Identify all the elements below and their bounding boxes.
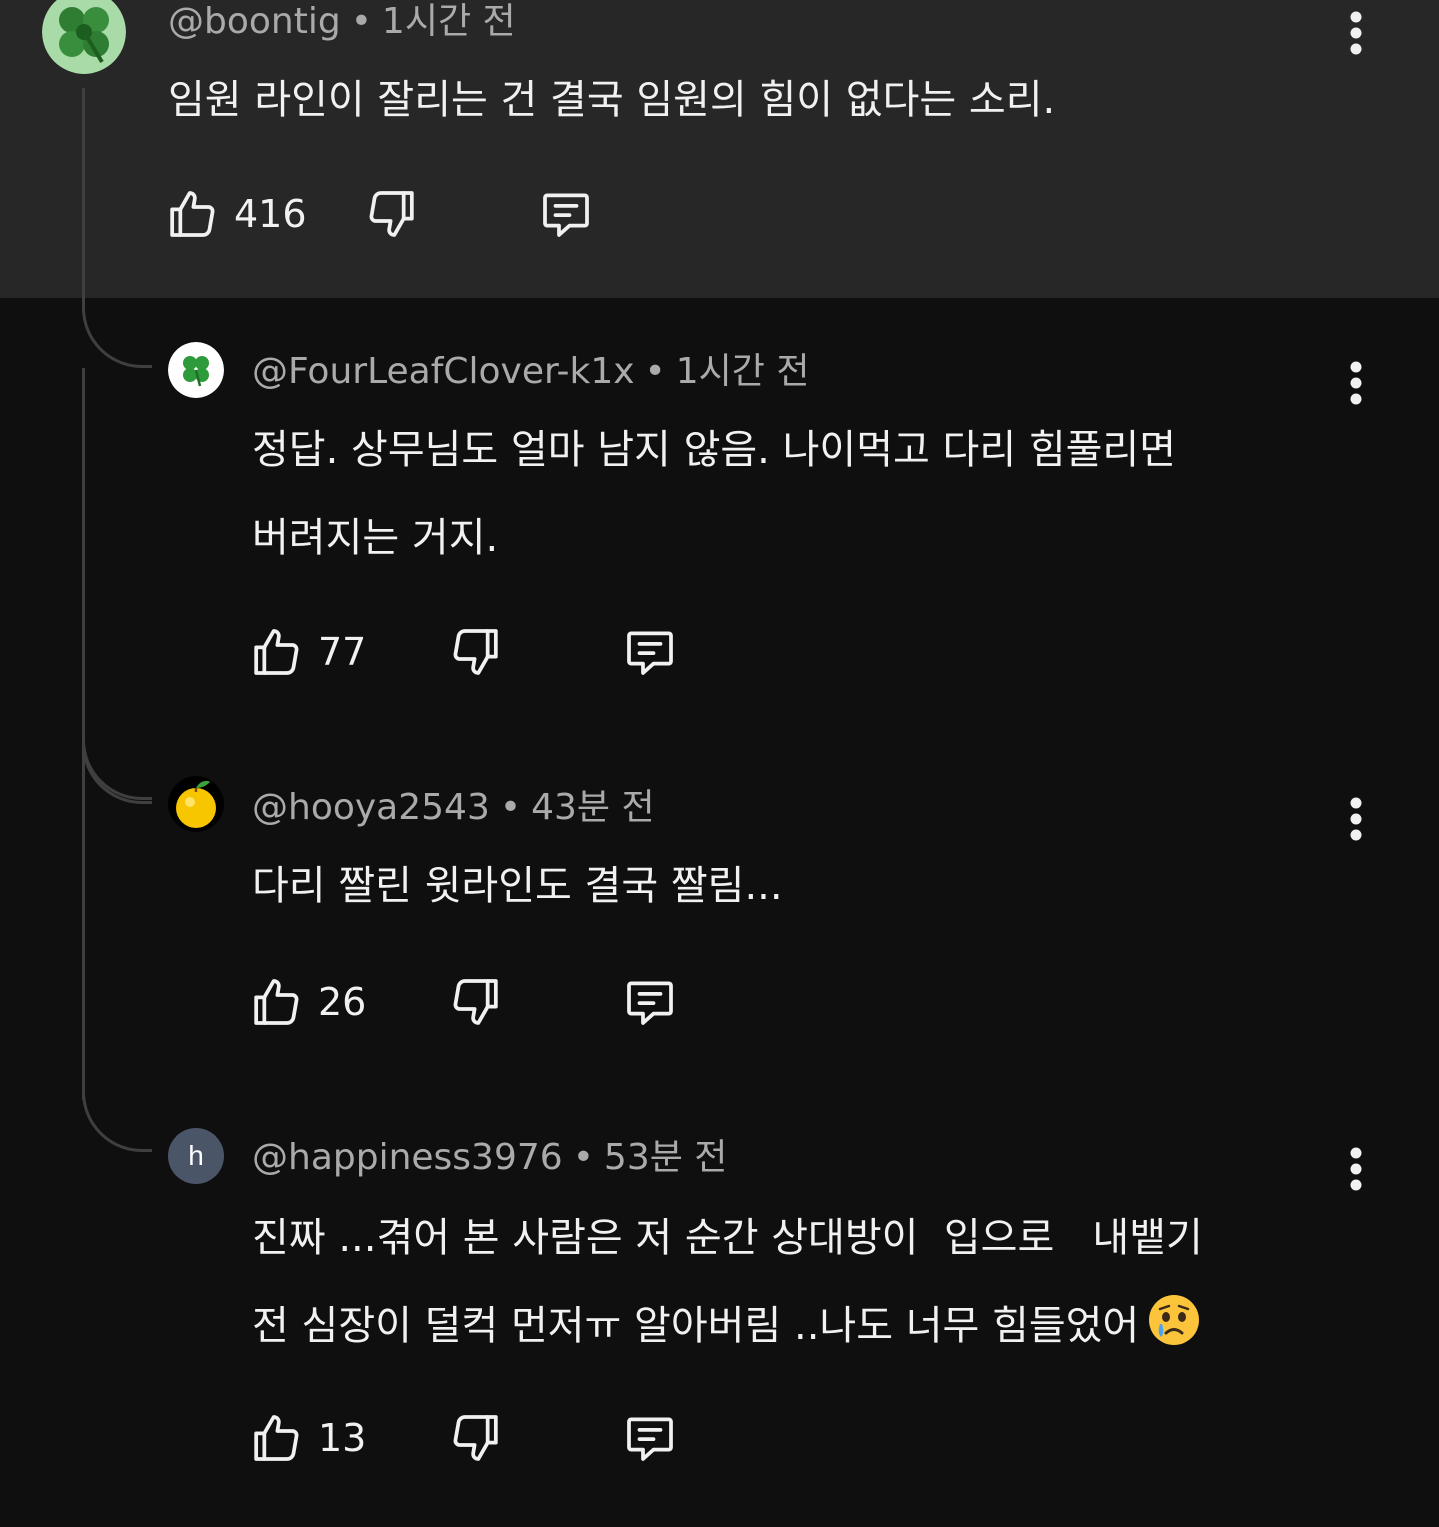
- more-options-button[interactable]: [1344, 796, 1368, 844]
- thumbs-up-icon: [254, 1415, 299, 1461]
- like-action: 77: [248, 624, 366, 680]
- dislike-action: [364, 186, 420, 242]
- comment-bubble-icon: [627, 631, 673, 675]
- comment-author[interactable]: @boontig: [168, 1, 341, 42]
- like-button[interactable]: [248, 1410, 304, 1466]
- comment-time[interactable]: 43분 전: [531, 787, 655, 828]
- comment-text-line: 버려지는 거지.: [252, 515, 499, 561]
- like-count: 26: [318, 980, 367, 1024]
- thumbs-down-icon: [453, 1415, 498, 1461]
- comment-bubble-icon: [543, 193, 589, 237]
- reply-action: [538, 186, 594, 242]
- reply-button[interactable]: [622, 1410, 678, 1466]
- thumbs-down-icon: [453, 629, 498, 675]
- comment-meta: @FourLeafClover-k1x • 1시간 전: [252, 350, 810, 394]
- comment-text-line: 정답. 상무님도 얼마 남지 않음. 나이먹고 다리 힘풀리면: [252, 427, 1177, 473]
- reply-button[interactable]: [622, 974, 678, 1030]
- comment-text-line: 진짜 ...겪어 본 사람은 저 순간 상대방이 입으로 내뱉기: [252, 1215, 1203, 1261]
- like-button[interactable]: [248, 974, 304, 1030]
- comment-author[interactable]: @FourLeafClover-k1x: [252, 351, 635, 392]
- dislike-button[interactable]: [448, 624, 504, 680]
- like-action: 13: [248, 1410, 366, 1466]
- four-leaf-clover-icon: [168, 342, 224, 398]
- reply-action: [622, 974, 678, 1030]
- comment-time[interactable]: 1시간 전: [382, 1, 516, 42]
- more-vertical-icon: [1350, 797, 1362, 841]
- thumbs-down-icon: [369, 191, 414, 237]
- like-action: 26: [248, 974, 366, 1030]
- thumbs-up-icon: [254, 979, 299, 1025]
- comment-meta: @boontig • 1시간 전: [168, 0, 516, 44]
- more-options-button[interactable]: [1344, 10, 1368, 58]
- dislike-action: [448, 974, 504, 1030]
- like-count: 77: [318, 630, 367, 674]
- like-count: 416: [234, 192, 307, 236]
- dislike-button[interactable]: [448, 1410, 504, 1466]
- comment-text-line: 임원 라인이 잘리는 건 결국 임원의 힘이 없다는 소리.: [168, 77, 1056, 123]
- comment-text-line: 전 심장이 덜컥 먼저ㅠ 알아버림 ..나도 너무 힘들었어: [252, 1303, 1140, 1349]
- dislike-action: [448, 1410, 504, 1466]
- more-vertical-icon: [1350, 361, 1362, 405]
- comment-text-line-with-emoji: 전 심장이 덜컥 먼저ㅠ 알아버림 ..나도 너무 힘들었어: [252, 1282, 1203, 1370]
- comment-text-line: 다리 짤린 윗라인도 결국 짤림...: [252, 863, 783, 909]
- comment-time[interactable]: 53분 전: [604, 1137, 728, 1178]
- reply-button[interactable]: [538, 186, 594, 242]
- avatar[interactable]: [168, 342, 224, 398]
- thread-line: [82, 740, 85, 1100]
- meta-separator: •: [350, 1, 372, 42]
- like-count: 13: [318, 1416, 367, 1460]
- more-vertical-icon: [1350, 1147, 1362, 1191]
- meta-separator: •: [572, 1137, 594, 1178]
- thread-connector: [82, 1092, 152, 1152]
- thumbs-up-icon: [254, 629, 299, 675]
- highlighted-comment-background: [0, 0, 1439, 298]
- like-button[interactable]: [248, 624, 304, 680]
- thread-line: [82, 88, 85, 313]
- thread-line: [82, 368, 85, 758]
- thumbs-down-icon: [453, 979, 498, 1025]
- more-vertical-icon: [1350, 11, 1362, 55]
- thread-connector: [82, 308, 152, 368]
- crying-face-emoji-icon: [1147, 1290, 1201, 1345]
- like-action: 416: [164, 186, 307, 242]
- comment-author[interactable]: @happiness3976: [252, 1137, 563, 1178]
- thumbs-up-icon: [170, 191, 215, 237]
- comment-text: 임원 라인이 잘리는 건 결국 임원의 힘이 없다는 소리.: [168, 56, 1055, 144]
- avatar-initial: h: [188, 1140, 204, 1171]
- thread-connector: [82, 740, 152, 800]
- comment-bubble-icon: [627, 1417, 673, 1461]
- avatar[interactable]: h: [168, 1128, 224, 1184]
- reply-button[interactable]: [622, 624, 678, 680]
- comment-author[interactable]: @hooya2543: [252, 787, 490, 828]
- meta-separator: •: [644, 351, 666, 392]
- more-options-button[interactable]: [1344, 360, 1368, 408]
- comment-bubble-icon: [627, 981, 673, 1025]
- reply-action: [622, 624, 678, 680]
- comment-text: 진짜 ...겪어 본 사람은 저 순간 상대방이 입으로 내뱉기 전 심장이 덜…: [252, 1194, 1203, 1370]
- comment-time[interactable]: 1시간 전: [676, 351, 810, 392]
- comment-text: 다리 짤린 윗라인도 결국 짤림...: [252, 842, 783, 930]
- reply-action: [622, 1410, 678, 1466]
- comment-meta: @hooya2543 • 43분 전: [252, 786, 655, 830]
- dislike-button[interactable]: [448, 974, 504, 1030]
- like-button[interactable]: [164, 186, 220, 242]
- dislike-action: [448, 624, 504, 680]
- more-options-button[interactable]: [1344, 1146, 1368, 1194]
- dislike-button[interactable]: [364, 186, 420, 242]
- comment-meta: @happiness3976 • 53분 전: [252, 1136, 727, 1180]
- avatar[interactable]: [168, 776, 224, 832]
- orange-fruit-icon: [168, 776, 224, 832]
- meta-separator: •: [499, 787, 522, 828]
- thread-connector: [82, 368, 152, 804]
- comment-text: 정답. 상무님도 얼마 남지 않음. 나이먹고 다리 힘풀리면 버려지는 거지.: [252, 406, 1176, 582]
